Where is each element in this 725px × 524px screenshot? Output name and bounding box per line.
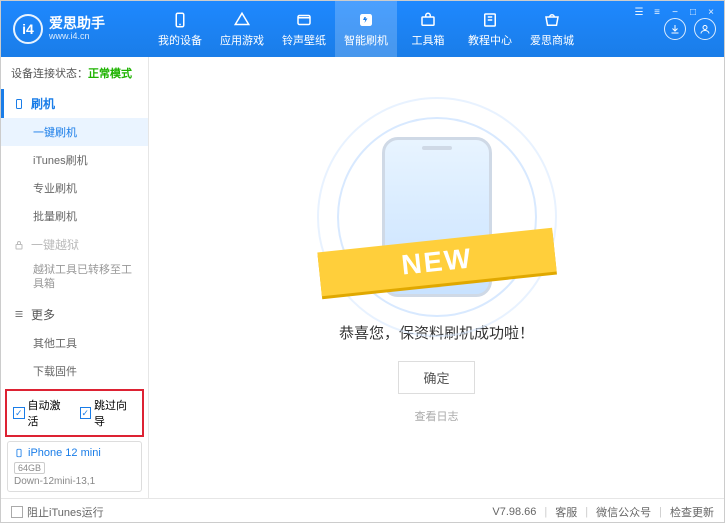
toolbox-icon: [419, 11, 437, 29]
wechat-link[interactable]: 微信公众号: [596, 504, 651, 520]
maximize-icon[interactable]: □: [686, 5, 700, 19]
block-itunes-label: 阻止iTunes运行: [27, 504, 104, 520]
options-highlight: ✓自动激活 ✓跳过向导: [5, 389, 144, 437]
device-card[interactable]: iPhone 12 mini 64GB Down-12mini-13,1: [7, 441, 142, 492]
nav-shop[interactable]: 爱思商城: [521, 1, 583, 57]
brand: i4 爱思助手 www.i4.cn: [1, 1, 149, 57]
phone-icon: [13, 98, 25, 110]
device-storage-badge: 64GB: [14, 462, 45, 474]
device-icon: [171, 11, 189, 29]
nav-tutorials[interactable]: 教程中心: [459, 1, 521, 57]
download-button[interactable]: [664, 18, 686, 40]
auto-activate-checkbox[interactable]: ✓自动激活: [13, 397, 70, 429]
close-icon[interactable]: ×: [704, 5, 718, 19]
view-log-link[interactable]: 查看日志: [415, 408, 459, 424]
apps-icon: [233, 11, 251, 29]
device-small-icon: [14, 446, 24, 460]
sidebar-item-itunes-flash[interactable]: iTunes刷机: [1, 146, 148, 174]
settings-icon[interactable]: ≡: [650, 5, 664, 19]
check-update-link[interactable]: 检查更新: [670, 504, 714, 520]
block-itunes-checkbox[interactable]: [11, 506, 23, 518]
sidebar-group-jailbreak[interactable]: 一键越狱: [1, 230, 148, 259]
sidebar-item-other-tools[interactable]: 其他工具: [1, 329, 148, 357]
success-illustration: NEW: [337, 132, 537, 302]
sidebar-item-batch-flash[interactable]: 批量刷机: [1, 202, 148, 230]
sidebar-item-oneclick-flash[interactable]: 一键刷机: [1, 118, 148, 146]
logo-icon: i4: [13, 14, 43, 44]
nav-toolbox[interactable]: 工具箱: [397, 1, 459, 57]
connection-status: 设备连接状态：正常模式: [1, 57, 148, 89]
window-controls: ☰ ≡ − □ ×: [632, 5, 718, 19]
brand-url: www.i4.cn: [49, 32, 105, 42]
footer: 阻止iTunes运行 V7.98.66 | 客服 | 微信公众号 | 检查更新: [1, 498, 724, 524]
support-link[interactable]: 客服: [555, 504, 577, 520]
main-content: NEW 恭喜您，保资料刷机成功啦！ 确定 查看日志: [149, 57, 724, 498]
brand-title: 爱思助手: [49, 16, 105, 31]
sidebar: 设备连接状态：正常模式 刷机 一键刷机 iTunes刷机 专业刷机 批量刷机 一…: [1, 57, 149, 498]
nav-ringtones[interactable]: 铃声壁纸: [273, 1, 335, 57]
sidebar-item-pro-flash[interactable]: 专业刷机: [1, 174, 148, 202]
ok-button[interactable]: 确定: [398, 361, 474, 394]
jailbreak-note: 越狱工具已转移至工具箱: [1, 259, 148, 300]
nav-smart-flash[interactable]: 智能刷机: [335, 1, 397, 57]
user-button[interactable]: [694, 18, 716, 40]
nav-my-device[interactable]: 我的设备: [149, 1, 211, 57]
music-icon: [295, 11, 313, 29]
version-label: V7.98.66: [492, 506, 536, 518]
shop-icon: [543, 11, 561, 29]
main-nav: 我的设备 应用游戏 铃声壁纸 智能刷机 工具箱 教程中心 爱思商城: [149, 1, 656, 57]
nav-apps[interactable]: 应用游戏: [211, 1, 273, 57]
sidebar-group-flash[interactable]: 刷机: [1, 89, 148, 118]
device-detail: Down-12mini-13,1: [14, 476, 135, 487]
device-name: iPhone 12 mini: [14, 446, 135, 460]
book-icon: [481, 11, 499, 29]
list-icon: [13, 308, 25, 320]
lock-icon: [13, 239, 25, 251]
skip-guide-checkbox[interactable]: ✓跳过向导: [80, 397, 137, 429]
minimize-icon[interactable]: −: [668, 5, 682, 19]
status-mode: 正常模式: [88, 68, 132, 80]
app-header: i4 爱思助手 www.i4.cn 我的设备 应用游戏 铃声壁纸 智能刷机 工具…: [1, 1, 724, 57]
sidebar-item-download-firmware[interactable]: 下载固件: [1, 357, 148, 385]
sidebar-group-more[interactable]: 更多: [1, 300, 148, 329]
menu-icon[interactable]: ☰: [632, 5, 646, 19]
flash-icon: [357, 11, 375, 29]
